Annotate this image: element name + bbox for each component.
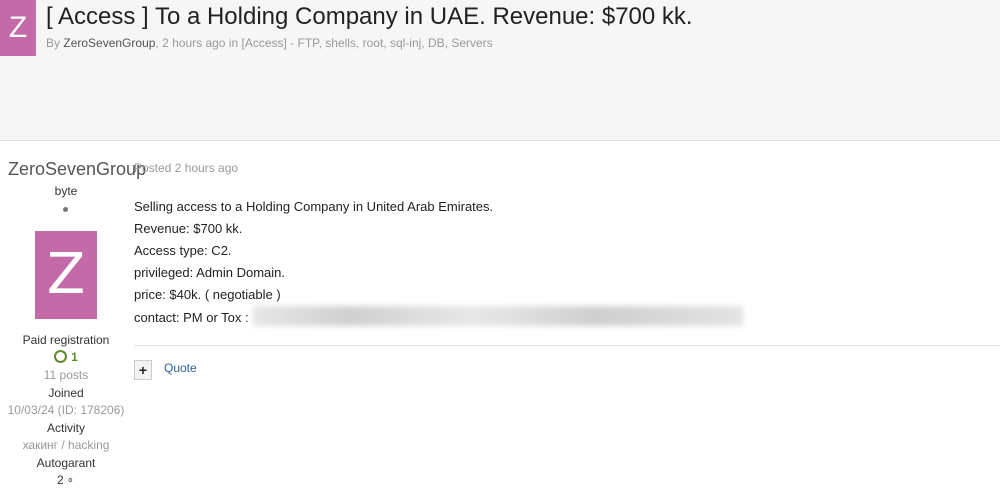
status-dot — [63, 207, 68, 212]
header-avatar[interactable]: Z — [0, 0, 36, 56]
redacted-contact — [252, 306, 743, 326]
autogarant: 2 ⚬ — [0, 473, 132, 487]
post: ZeroSevenGroup byte Z Paid registration … — [0, 141, 1000, 500]
autogarant-value: 2 — [57, 473, 64, 487]
post-date[interactable]: Posted 2 hours ago — [134, 161, 238, 175]
meta-author-link[interactable]: ZeroSevenGroup — [63, 36, 155, 50]
joined-label: Joined — [48, 386, 84, 400]
contact-label: contact: PM or Tox : — [134, 310, 249, 325]
circle-plus-icon — [54, 350, 68, 363]
handshake-icon: ⚬ — [65, 475, 75, 487]
post-line: Access type: C2. — [134, 243, 232, 258]
avatar[interactable]: Z — [35, 231, 97, 319]
topic-header: Z [ Access ] To a Holding Company in UAE… — [0, 0, 1000, 141]
activity-label: Activity — [46, 421, 85, 435]
meta-rest: , 2 hours ago in [Access] - FTP, shells,… — [155, 36, 493, 50]
topic-meta: By ZeroSevenGroup, 2 hours ago in [Acces… — [46, 36, 493, 50]
activity-value: хакинг / hacking — [22, 438, 110, 452]
post-line: privileged: Admin Domain. — [134, 265, 286, 280]
post-line: price: $40k. ( negotiable ) — [134, 287, 281, 302]
author-rank: byte — [54, 184, 78, 198]
post-divider — [134, 345, 1000, 346]
reputation-value: 1 — [71, 350, 78, 364]
post-line-contact: contact: PM or Tox : — [134, 306, 743, 329]
user-group: Paid registration — [22, 333, 110, 347]
post-line: Revenue: $700 kk. — [134, 221, 243, 236]
post-count: 11 posts — [43, 368, 89, 382]
meta-prefix: By — [46, 36, 61, 50]
joined-value: 10/03/24 (ID: 178206) — [7, 403, 125, 417]
reputation: 1 — [0, 350, 132, 364]
author-name[interactable]: ZeroSevenGroup — [8, 159, 146, 180]
quote-button[interactable]: Quote — [164, 361, 197, 375]
post-line: Selling access to a Holding Company in U… — [134, 199, 494, 214]
autogarant-label: Autogarant — [36, 456, 96, 470]
multiquote-button[interactable]: + — [134, 360, 152, 380]
topic-title: [ Access ] To a Holding Company in UAE. … — [46, 3, 693, 30]
post-body: Selling access to a Holding Company in U… — [134, 196, 743, 329]
